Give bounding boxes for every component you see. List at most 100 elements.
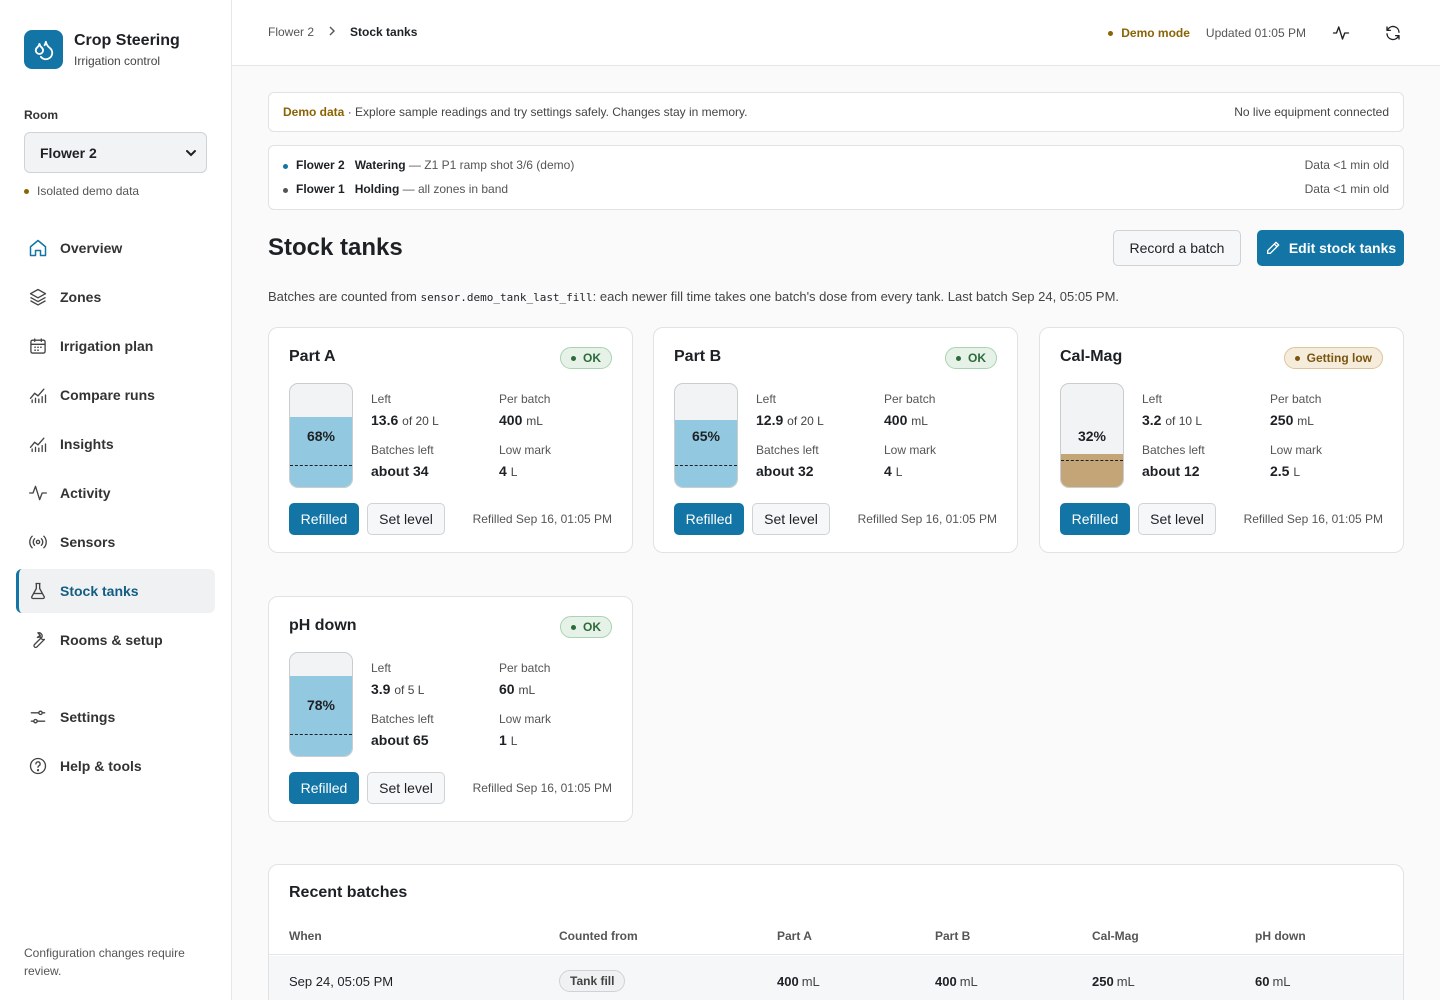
room-status-main: Flower 2 Watering — Z1 P1 ramp shot 3/6 (… xyxy=(283,158,574,172)
recent-batches: Recent batches When Counted from Part A … xyxy=(268,864,1404,1000)
per-batch-unit: mL xyxy=(518,683,536,697)
stat-left: Left 3.2 of 10 L xyxy=(1142,392,1202,428)
pulse-icon xyxy=(29,485,47,501)
stat-label: Per batch xyxy=(499,661,551,675)
app-title: Crop Steering xyxy=(74,32,180,49)
room-state-detail: — Z1 P1 ramp shot 3/6 (demo) xyxy=(405,158,575,172)
column-header: Counted from xyxy=(559,929,638,943)
topbar-actions: Demo mode Updated 01:05 PM xyxy=(1108,19,1402,47)
room-status-main: Flower 1 Holding — all zones in band xyxy=(283,182,508,196)
page-title: Stock tanks xyxy=(268,234,403,261)
column-header: Part A xyxy=(777,929,812,943)
batch-cal-mag: 250 mL xyxy=(1092,956,1135,1000)
stat-label: Batches left xyxy=(371,712,434,726)
set-level-button[interactable]: Set level xyxy=(367,503,445,535)
sidebar-item-rooms-setup[interactable]: Rooms & setup xyxy=(16,618,215,662)
pencil-icon xyxy=(1266,241,1280,254)
set-level-button[interactable]: Set level xyxy=(752,503,830,535)
low-mark-line xyxy=(290,734,352,735)
capacity: of 10 L xyxy=(1165,414,1203,428)
stat-value: about 65 xyxy=(371,732,429,748)
status-dot xyxy=(283,188,288,193)
tank-name: pH down xyxy=(289,617,357,634)
per-batch-unit: mL xyxy=(1297,414,1314,428)
source-pill: Tank fill xyxy=(559,970,626,992)
demo-note-text: Isolated demo data xyxy=(37,184,140,198)
edit-stock-tanks-button[interactable]: Edit stock tanks xyxy=(1257,230,1404,266)
stat-per-batch: Per batch 60 mL xyxy=(499,661,550,697)
refilled-button[interactable]: Refilled xyxy=(1060,503,1130,535)
sidebar-item-zones[interactable]: Zones xyxy=(16,275,215,319)
dose-unit: mL xyxy=(959,973,978,989)
stat-per-batch: Per batch 400 mL xyxy=(884,392,935,428)
room-state: Holding xyxy=(354,182,400,196)
tank-level-gauge: 32% xyxy=(1060,383,1124,488)
sidebar-item-label: Compare runs xyxy=(60,387,155,403)
status-badge: OK xyxy=(560,347,612,369)
stat-label: Low mark xyxy=(1270,443,1323,457)
stat-label: Low mark xyxy=(499,443,552,457)
room-select[interactable]: Flower 2 xyxy=(24,132,207,173)
tank-card-part-a: Part A OK 68% Left 13.6 of 20 L Per batc… xyxy=(268,327,633,553)
sidebar-item-settings[interactable]: Settings xyxy=(16,695,215,739)
refilled-button[interactable]: Refilled xyxy=(674,503,744,535)
stat-value: 250 mL xyxy=(1270,412,1321,428)
sidebar-item-help-tools[interactable]: Help & tools xyxy=(16,744,215,788)
breadcrumb-room[interactable]: Flower 2 xyxy=(268,25,314,39)
stat-value: 1 L xyxy=(499,732,551,748)
refresh-button[interactable] xyxy=(1384,24,1402,42)
sidebar-item-activity[interactable]: Activity xyxy=(16,471,215,515)
refilled-button[interactable]: Refilled xyxy=(289,503,359,535)
tank-level-fill xyxy=(1061,454,1123,487)
column-header: pH down xyxy=(1255,929,1306,943)
refilled-button[interactable]: Refilled xyxy=(289,772,359,804)
table-header: When Counted from Part A Part B Cal-Mag … xyxy=(269,929,1403,955)
low-mark-unit: L xyxy=(1293,465,1301,479)
status-dot xyxy=(24,188,29,194)
left-amount: 3.9 xyxy=(371,681,391,697)
stat-value: 60 mL xyxy=(499,681,550,697)
room-name: Flower 1 xyxy=(296,182,345,196)
room-state-detail: — all zones in band xyxy=(399,182,509,196)
sidebar-item-insights[interactable]: Insights xyxy=(16,422,215,466)
tank-level-gauge: 65% xyxy=(674,383,738,488)
low-mark-line xyxy=(675,465,737,466)
sidebar-item-label: Irrigation plan xyxy=(60,338,154,354)
stat-value: 4 L xyxy=(884,463,936,479)
status-badge: Getting low xyxy=(1283,347,1383,369)
tank-level-gauge: 68% xyxy=(289,383,353,488)
tank-name: Part B xyxy=(674,348,722,365)
dose-unit: mL xyxy=(1272,973,1291,989)
stat-per-batch: Per batch 250 mL xyxy=(1270,392,1321,428)
breadcrumb: Flower 2 Stock tanks xyxy=(268,25,417,39)
demo-mode-indicator: Demo mode xyxy=(1108,26,1190,40)
sidebar-item-stock-tanks[interactable]: Stock tanks xyxy=(16,569,215,613)
batch-when: Sep 24, 05:05 PM xyxy=(289,973,394,989)
set-level-button[interactable]: Set level xyxy=(367,772,445,804)
sidebar-item-compare-runs[interactable]: Compare runs xyxy=(16,373,215,417)
sidebar-item-label: Overview xyxy=(60,240,123,256)
sidebar-item-sensors[interactable]: Sensors xyxy=(16,520,215,564)
dose-value: 400 xyxy=(777,973,799,989)
stat-label: Per batch xyxy=(884,392,936,406)
sliders-icon xyxy=(30,710,46,724)
stat-label: Per batch xyxy=(499,392,551,406)
sidebar-item-overview[interactable]: Overview xyxy=(16,226,215,270)
per-batch-unit: mL xyxy=(911,414,928,428)
sidebar-item-label: Insights xyxy=(60,436,114,452)
demo-banner-bold: Demo data xyxy=(283,105,345,119)
stat-label: Left xyxy=(371,661,392,675)
record-batch-button[interactable]: Record a batch xyxy=(1113,230,1241,266)
room-status-row: Flower 1 Holding — all zones in band Data… xyxy=(283,177,1389,201)
stat-value: about 32 xyxy=(756,463,814,479)
tank-level-gauge: 78% xyxy=(289,652,353,757)
set-level-button[interactable]: Set level xyxy=(1138,503,1216,535)
last-refilled: Refilled Sep 16, 01:05 PM xyxy=(472,512,612,526)
sidebar-item-label: Zones xyxy=(60,289,102,305)
refresh-icon xyxy=(1386,25,1400,41)
stat-label: Left xyxy=(756,392,777,406)
sidebar-item-irrigation-plan[interactable]: Irrigation plan xyxy=(16,324,215,368)
last-refilled: Refilled Sep 16, 01:05 PM xyxy=(857,512,997,526)
activity-button[interactable] xyxy=(1332,24,1350,42)
